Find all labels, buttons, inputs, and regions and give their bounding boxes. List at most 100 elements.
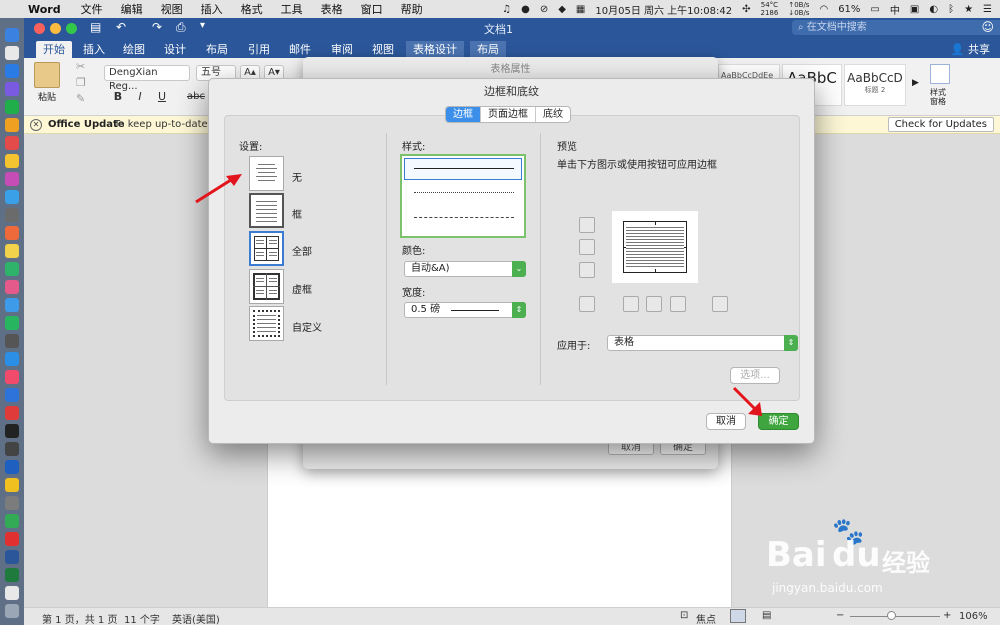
setting-box-label[interactable]: 框 <box>292 206 302 221</box>
app-icon[interactable] <box>5 334 19 348</box>
menu-edit[interactable]: 编辑 <box>121 1 143 17</box>
save-icon[interactable]: ▤ <box>90 20 101 34</box>
styles-pane-icon[interactable] <box>930 64 950 84</box>
tab-table-design[interactable]: 表格设计 <box>406 41 464 58</box>
search-input[interactable]: ⌕ 在文档中搜索 <box>792 20 1000 35</box>
tab-shading[interactable]: 底纹 <box>536 107 570 122</box>
tab-borders[interactable]: 边框 <box>446 107 481 122</box>
color-select[interactable]: 自动&A) ⌄ <box>404 261 526 277</box>
excel-icon[interactable] <box>5 568 19 582</box>
setting-none-icon[interactable] <box>249 156 284 191</box>
styles-more-icon[interactable]: ▶ <box>912 78 919 88</box>
tab-references[interactable]: 引用 <box>241 41 277 58</box>
font-name-select[interactable]: DengXian Reg... <box>104 65 190 92</box>
app-icon[interactable] <box>5 298 19 312</box>
vpn-icon[interactable] <box>5 460 19 474</box>
setting-custom-icon[interactable] <box>249 306 284 341</box>
format-painter-icon[interactable]: ✎ <box>76 92 85 105</box>
app-icon[interactable] <box>5 190 19 204</box>
styles-pane-label[interactable]: 样式 窗格 <box>930 88 946 106</box>
app-icon[interactable] <box>5 82 19 96</box>
setting-custom-label[interactable]: 自定义 <box>292 319 322 334</box>
top-border-button[interactable] <box>579 217 595 233</box>
setting-grid-label[interactable]: 虚框 <box>292 281 312 296</box>
line-style-dashed[interactable] <box>414 217 514 218</box>
italic-button[interactable]: I <box>132 89 148 105</box>
line-style-list[interactable] <box>400 154 526 238</box>
tab-table-layout[interactable]: 布局 <box>470 41 506 58</box>
copy-icon[interactable]: ❐ <box>76 76 86 89</box>
app-icon[interactable] <box>5 406 19 420</box>
page-count[interactable]: 第 1 页，共 1 页 <box>42 611 117 625</box>
zoom-window-button[interactable] <box>66 23 77 34</box>
battery-percent[interactable]: 61% <box>838 4 860 15</box>
app-icon[interactable] <box>5 172 19 186</box>
diagonal-up-border-button[interactable] <box>712 296 728 312</box>
tab-home[interactable]: 开始 <box>36 41 72 58</box>
terminal-icon[interactable] <box>5 424 19 438</box>
star-icon[interactable]: ★ <box>964 4 973 15</box>
app-icon[interactable] <box>5 244 19 258</box>
tab-draw[interactable]: 绘图 <box>116 41 152 58</box>
bold-button[interactable]: B <box>110 89 126 105</box>
diagonal-down-border-button[interactable] <box>579 296 595 312</box>
menu-app-name[interactable]: Word <box>28 3 61 16</box>
menu-file[interactable]: 文件 <box>81 1 103 17</box>
qq-icon[interactable]: ● <box>521 4 530 15</box>
width-select[interactable]: 0.5 磅 ⇕ <box>404 302 526 318</box>
language-status[interactable]: 英语(美国) <box>172 611 220 625</box>
focus-label[interactable]: 焦点 <box>696 611 716 625</box>
app-icon[interactable] <box>5 478 19 492</box>
style-heading2[interactable]: AaBbCcD 标题 2 <box>844 64 906 106</box>
zoom-out-button[interactable]: − <box>836 610 844 621</box>
app-icon[interactable] <box>5 496 19 510</box>
tag-icon[interactable]: ◆ <box>558 4 566 15</box>
app-icon[interactable] <box>5 136 19 150</box>
print-layout-icon[interactable] <box>730 609 746 623</box>
underline-button[interactable]: U <box>154 89 170 105</box>
web-layout-icon[interactable]: ▤ <box>762 610 771 621</box>
word-count[interactable]: 11 个字 <box>124 611 160 625</box>
calendar-icon[interactable] <box>5 226 19 240</box>
battery-icon[interactable]: ▭ <box>870 4 879 15</box>
chrome-icon[interactable] <box>5 154 19 168</box>
photos-icon[interactable] <box>5 280 19 294</box>
redo-icon[interactable]: ↷ <box>152 20 162 34</box>
line-style-dotted[interactable] <box>414 192 514 193</box>
zoom-level[interactable]: 106% <box>959 611 988 622</box>
line-style-selected[interactable] <box>404 158 522 180</box>
bluetooth-icon[interactable]: ᛒ <box>948 4 954 15</box>
wifi-icon[interactable]: ◠ <box>819 4 828 15</box>
menu-insert[interactable]: 插入 <box>201 1 223 17</box>
paste-label[interactable]: 粘贴 <box>38 90 56 103</box>
menu-help[interactable]: 帮助 <box>401 1 423 17</box>
app-icon[interactable] <box>5 262 19 276</box>
trash-icon[interactable] <box>5 604 19 618</box>
apply-to-select[interactable]: 表格 ⇕ <box>607 335 798 351</box>
right-border-button[interactable] <box>670 296 686 312</box>
minimize-window-button[interactable] <box>50 23 61 34</box>
setting-all-icon[interactable] <box>249 231 284 266</box>
tab-mailings[interactable]: 邮件 <box>282 41 318 58</box>
app-icon[interactable] <box>5 352 19 366</box>
close-circle-icon[interactable]: ✕ <box>30 119 42 131</box>
notes-icon[interactable] <box>5 118 19 132</box>
close-window-button[interactable] <box>34 23 45 34</box>
share-button[interactable]: 👤 共享 <box>951 41 990 57</box>
music-icon[interactable]: ♫ <box>502 4 511 15</box>
menu-format[interactable]: 格式 <box>241 1 263 17</box>
tab-insert[interactable]: 插入 <box>76 41 112 58</box>
setting-grid-icon[interactable] <box>249 269 284 304</box>
tab-review[interactable]: 审阅 <box>324 41 360 58</box>
fan-icon[interactable]: ✣ <box>742 4 750 15</box>
menu-window[interactable]: 窗口 <box>361 1 383 17</box>
paste-icon[interactable] <box>34 62 60 88</box>
tab-page-border[interactable]: 页面边框 <box>481 107 536 122</box>
focus-icon[interactable]: ⊡ <box>680 610 688 621</box>
setting-none-label[interactable]: 无 <box>292 169 302 184</box>
weibo-icon[interactable] <box>5 532 19 546</box>
app-icon[interactable] <box>5 442 19 456</box>
input-method[interactable]: 中 <box>890 2 900 17</box>
check-updates-button[interactable]: Check for Updates <box>887 117 994 132</box>
launchpad-icon[interactable] <box>5 46 19 60</box>
